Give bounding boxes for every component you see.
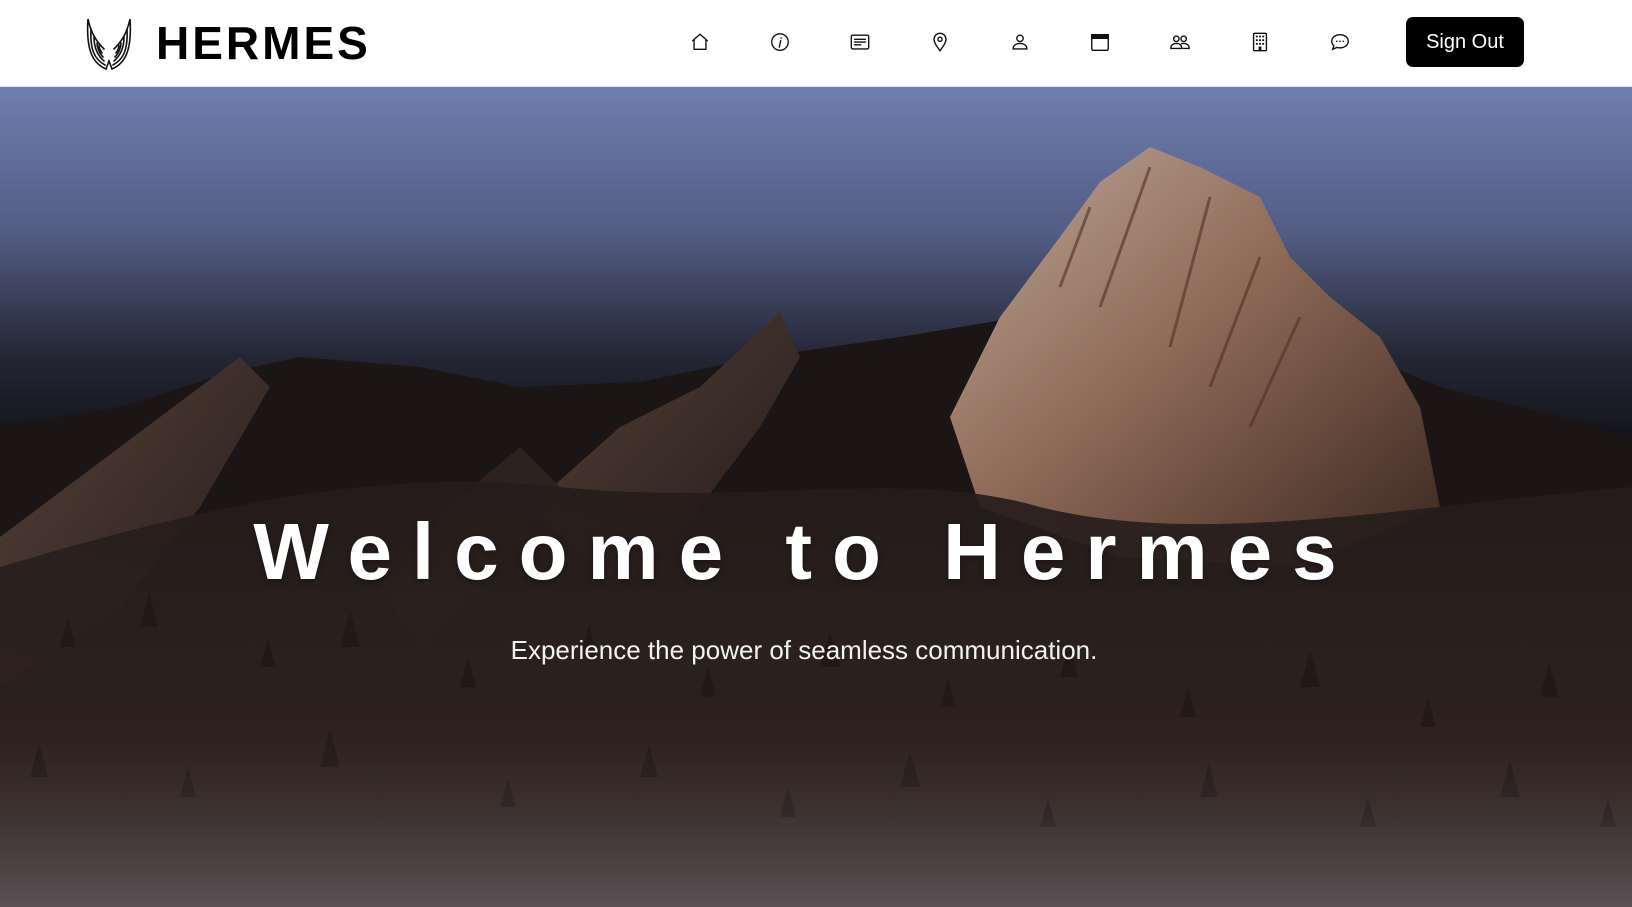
mountain-background-image: [0, 87, 1632, 907]
chat-icon[interactable]: [1320, 22, 1360, 62]
home-icon[interactable]: [680, 22, 720, 62]
hero-section: Welcome to Hermes Experience the power o…: [0, 87, 1632, 907]
brand[interactable]: HERMES: [82, 14, 371, 72]
nav-icon-bar: [680, 22, 1400, 62]
hero-title: Welcome to Hermes: [253, 507, 1357, 596]
group-icon[interactable]: [1160, 22, 1200, 62]
user-icon[interactable]: [1000, 22, 1040, 62]
brand-name: HERMES: [156, 17, 371, 69]
calendar-icon[interactable]: [1080, 22, 1120, 62]
info-icon[interactable]: [760, 22, 800, 62]
location-pin-icon[interactable]: [920, 22, 960, 62]
sign-out-button[interactable]: Sign Out: [1406, 17, 1524, 67]
navbar: HERMES Sign Out: [0, 0, 1632, 87]
message-icon[interactable]: [840, 22, 880, 62]
winged-logo-icon: [86, 18, 132, 70]
hero-subtitle: Experience the power of seamless communi…: [510, 635, 1098, 665]
building-icon[interactable]: [1240, 22, 1280, 62]
